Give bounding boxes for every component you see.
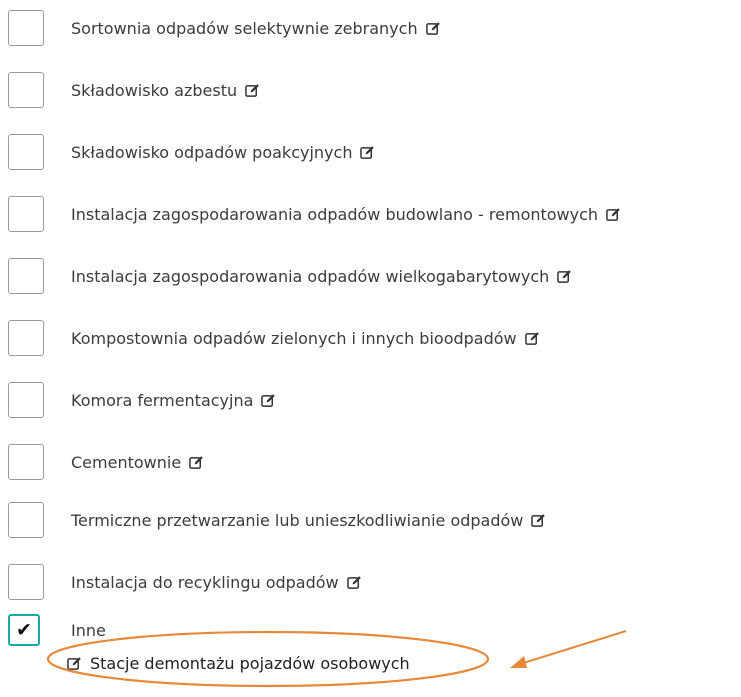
- edit-icon[interactable]: [189, 455, 204, 470]
- item-label: Komora fermentacyjna: [71, 390, 254, 410]
- checklist-item[interactable]: Składowisko azbestu: [8, 70, 260, 110]
- checkbox[interactable]: [8, 502, 44, 538]
- edit-icon[interactable]: [531, 513, 546, 528]
- checkmark-icon: ✔: [16, 618, 32, 641]
- edit-icon[interactable]: [346, 575, 362, 590]
- checkbox[interactable]: [8, 382, 44, 418]
- checkbox[interactable]: [8, 258, 44, 294]
- checkbox[interactable]: [8, 10, 44, 46]
- edit-icon[interactable]: [67, 656, 82, 671]
- item-label: Instalacja zagospodarowania odpadów wiel…: [71, 266, 550, 286]
- checklist-item[interactable]: Termiczne przetwarzanie lub unieszkodliw…: [8, 500, 546, 540]
- checklist-item[interactable]: Komora fermentacyjna: [8, 380, 276, 420]
- item-label: Składowisko odpadów poakcyjnych: [71, 142, 353, 162]
- edit-icon[interactable]: [606, 207, 621, 222]
- other-entry[interactable]: Stacje demontażu pojazdów osobowych: [67, 648, 410, 678]
- checklist-item[interactable]: Kompostownia odpadów zielonych i innych …: [8, 318, 540, 358]
- checklist-item[interactable]: Składowisko odpadów poakcyjnych: [8, 132, 375, 172]
- item-label: Cementownie: [71, 452, 182, 472]
- item-label: Instalacja zagospodarowania odpadów budo…: [71, 204, 599, 224]
- edit-icon[interactable]: [245, 83, 260, 98]
- checkbox[interactable]: [8, 134, 44, 170]
- checkbox[interactable]: [8, 72, 44, 108]
- checklist-item[interactable]: Cementownie: [8, 442, 204, 482]
- checkbox[interactable]: [8, 196, 44, 232]
- checklist-item[interactable]: Instalacja zagospodarowania odpadów budo…: [8, 194, 621, 234]
- item-label: Sortownia odpadów selektywnie zebranych: [71, 18, 418, 38]
- item-label: Inne: [71, 620, 106, 640]
- edit-icon[interactable]: [557, 269, 572, 284]
- edit-icon[interactable]: [360, 145, 375, 160]
- item-label: Składowisko azbestu: [71, 80, 238, 100]
- item-label: Kompostownia odpadów zielonych i innych …: [71, 328, 517, 348]
- arrow-head: [510, 656, 527, 668]
- item-label: Termiczne przetwarzanie lub unieszkodliw…: [71, 510, 524, 530]
- checkbox[interactable]: [8, 444, 44, 480]
- edit-icon[interactable]: [261, 393, 276, 408]
- checklist-item[interactable]: Instalacja zagospodarowania odpadów wiel…: [8, 256, 572, 296]
- checkbox-checked[interactable]: ✔: [8, 614, 40, 646]
- checklist-item[interactable]: Instalacja do recyklingu odpadów: [8, 562, 362, 602]
- checklist-item-other[interactable]: ✔ Inne: [8, 612, 106, 648]
- item-label: Instalacja do recyklingu odpadów: [71, 572, 339, 592]
- checkbox[interactable]: [8, 320, 44, 356]
- highlight-arrow: [519, 630, 627, 665]
- edit-icon[interactable]: [425, 21, 441, 36]
- other-entry-label: Stacje demontażu pojazdów osobowych: [90, 653, 410, 673]
- checkbox[interactable]: [8, 564, 44, 600]
- edit-icon[interactable]: [524, 331, 540, 346]
- checklist-item[interactable]: Sortownia odpadów selektywnie zebranych: [8, 8, 441, 48]
